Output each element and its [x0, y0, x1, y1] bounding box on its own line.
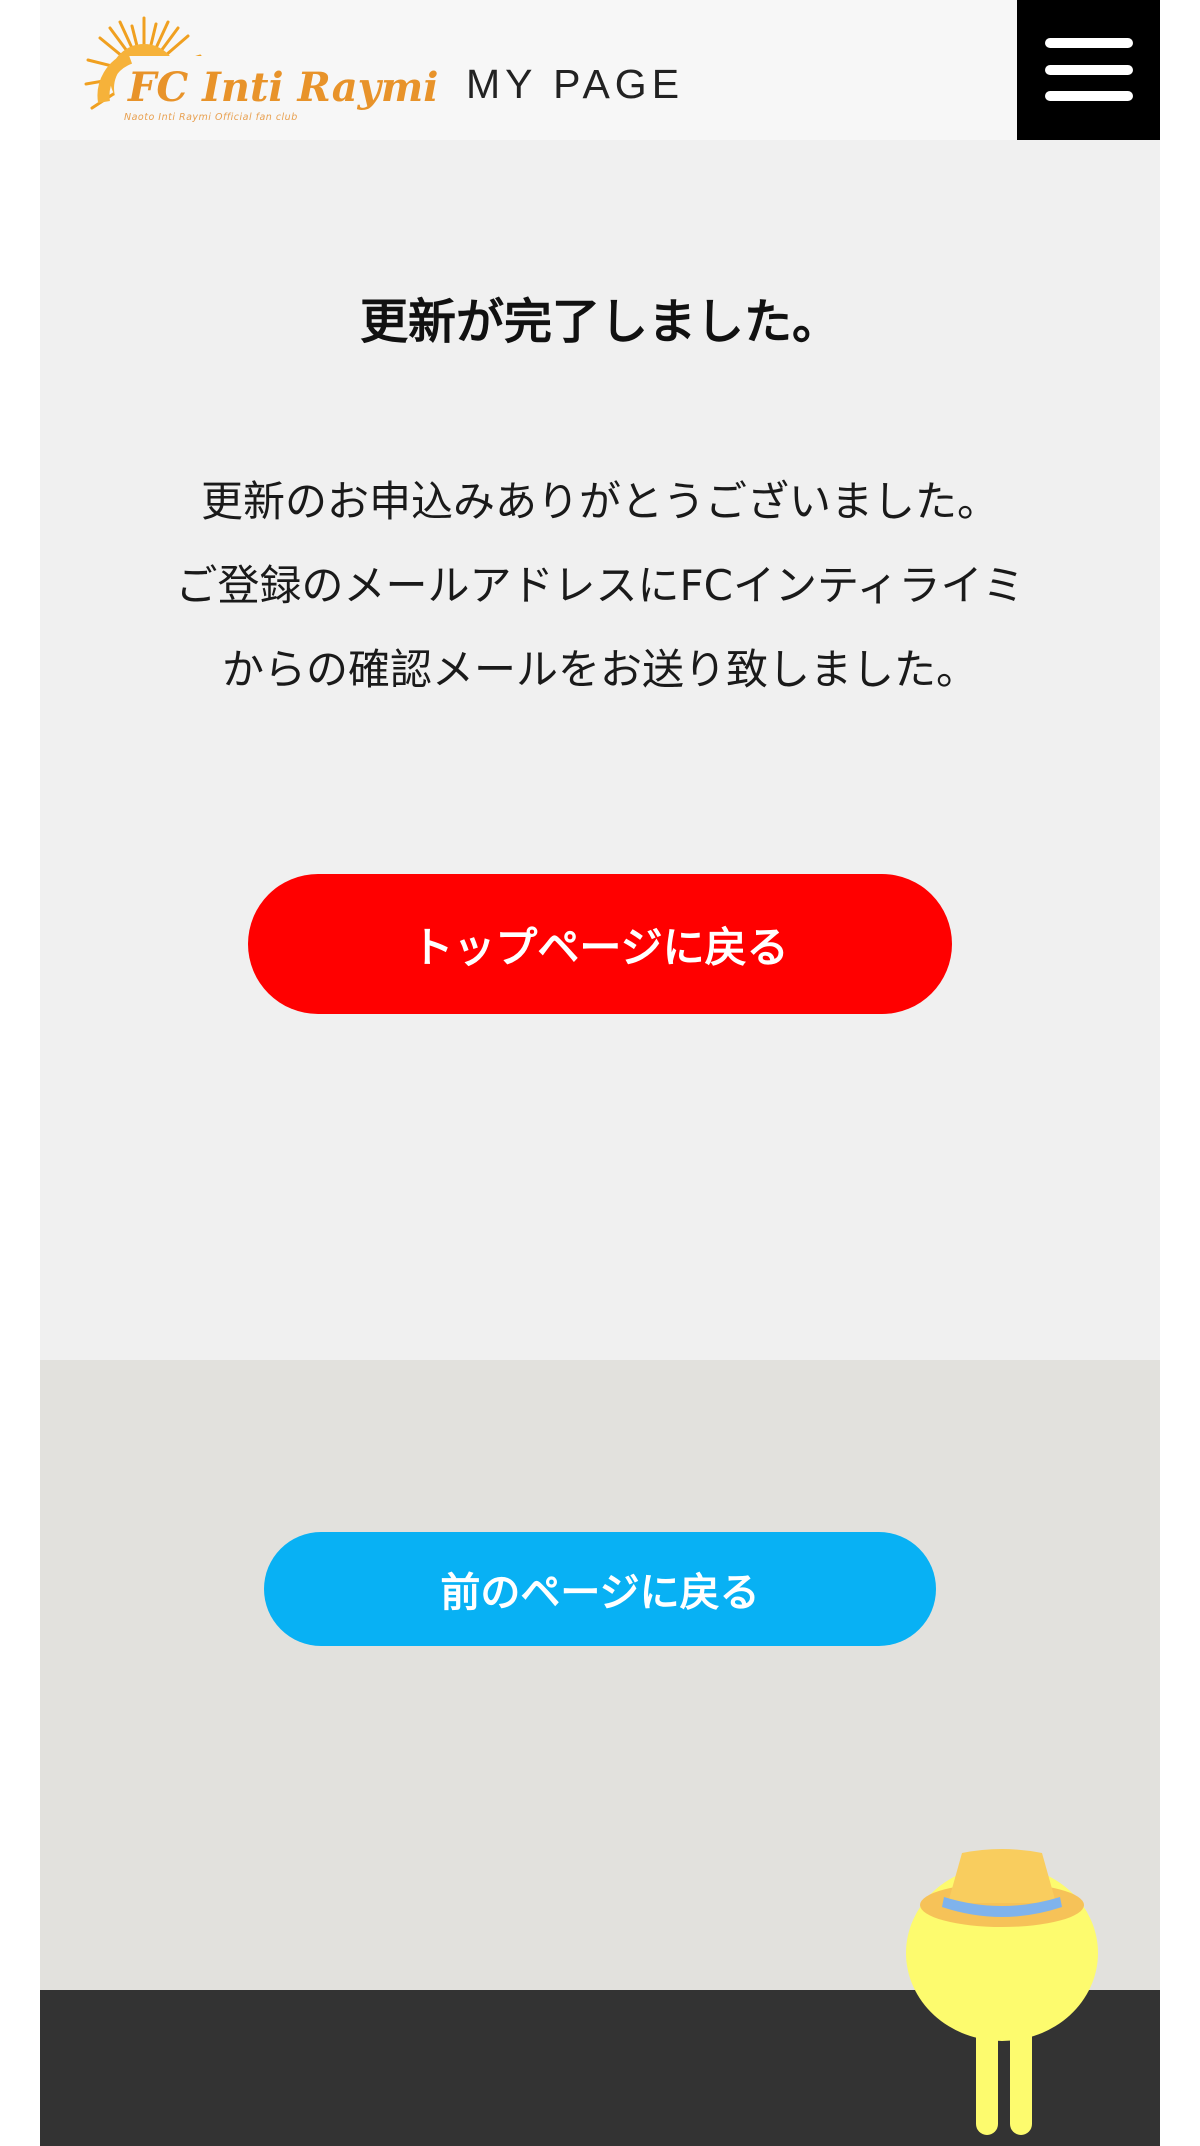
back-to-top-button[interactable]: トップページに戻る — [248, 874, 952, 1014]
page-label: MY PAGE — [466, 61, 685, 107]
page-title: 更新が完了しました。 — [359, 294, 840, 350]
logo-tagline: Naoto Inti Raymi Official fan club — [124, 112, 298, 123]
confirmation-message: 更新のお申込みありがとうございました。 ご登録のメールアドレスにFCインティライ… — [40, 460, 1160, 712]
logo-text: FC Inti Raymi — [128, 64, 439, 111]
message-line-1: 更新のお申込みありがとうございました。 — [200, 477, 999, 526]
menu-bar-middle — [1045, 65, 1133, 75]
site-header: FC Inti Raymi Naoto Inti Raymi Official … — [40, 0, 1160, 140]
menu-bar-top — [1045, 38, 1133, 48]
mascot-character-icon — [904, 1845, 1114, 2146]
back-to-previous-button[interactable]: 前のページに戻る — [264, 1532, 936, 1646]
main-content: 更新が完了しました。 更新のお申込みありがとうございました。 ご登録のメールアド… — [40, 140, 1160, 1360]
menu-button[interactable] — [1017, 0, 1160, 140]
message-line-2: ご登録のメールアドレスにFCインティライミ — [175, 561, 1025, 610]
page: FC Inti Raymi Naoto Inti Raymi Official … — [40, 0, 1160, 2146]
message-line-3: からの確認メールをお送り致しました。 — [221, 645, 978, 694]
menu-bar-bottom — [1045, 91, 1133, 101]
site-logo[interactable]: FC Inti Raymi Naoto Inti Raymi Official … — [82, 12, 438, 130]
